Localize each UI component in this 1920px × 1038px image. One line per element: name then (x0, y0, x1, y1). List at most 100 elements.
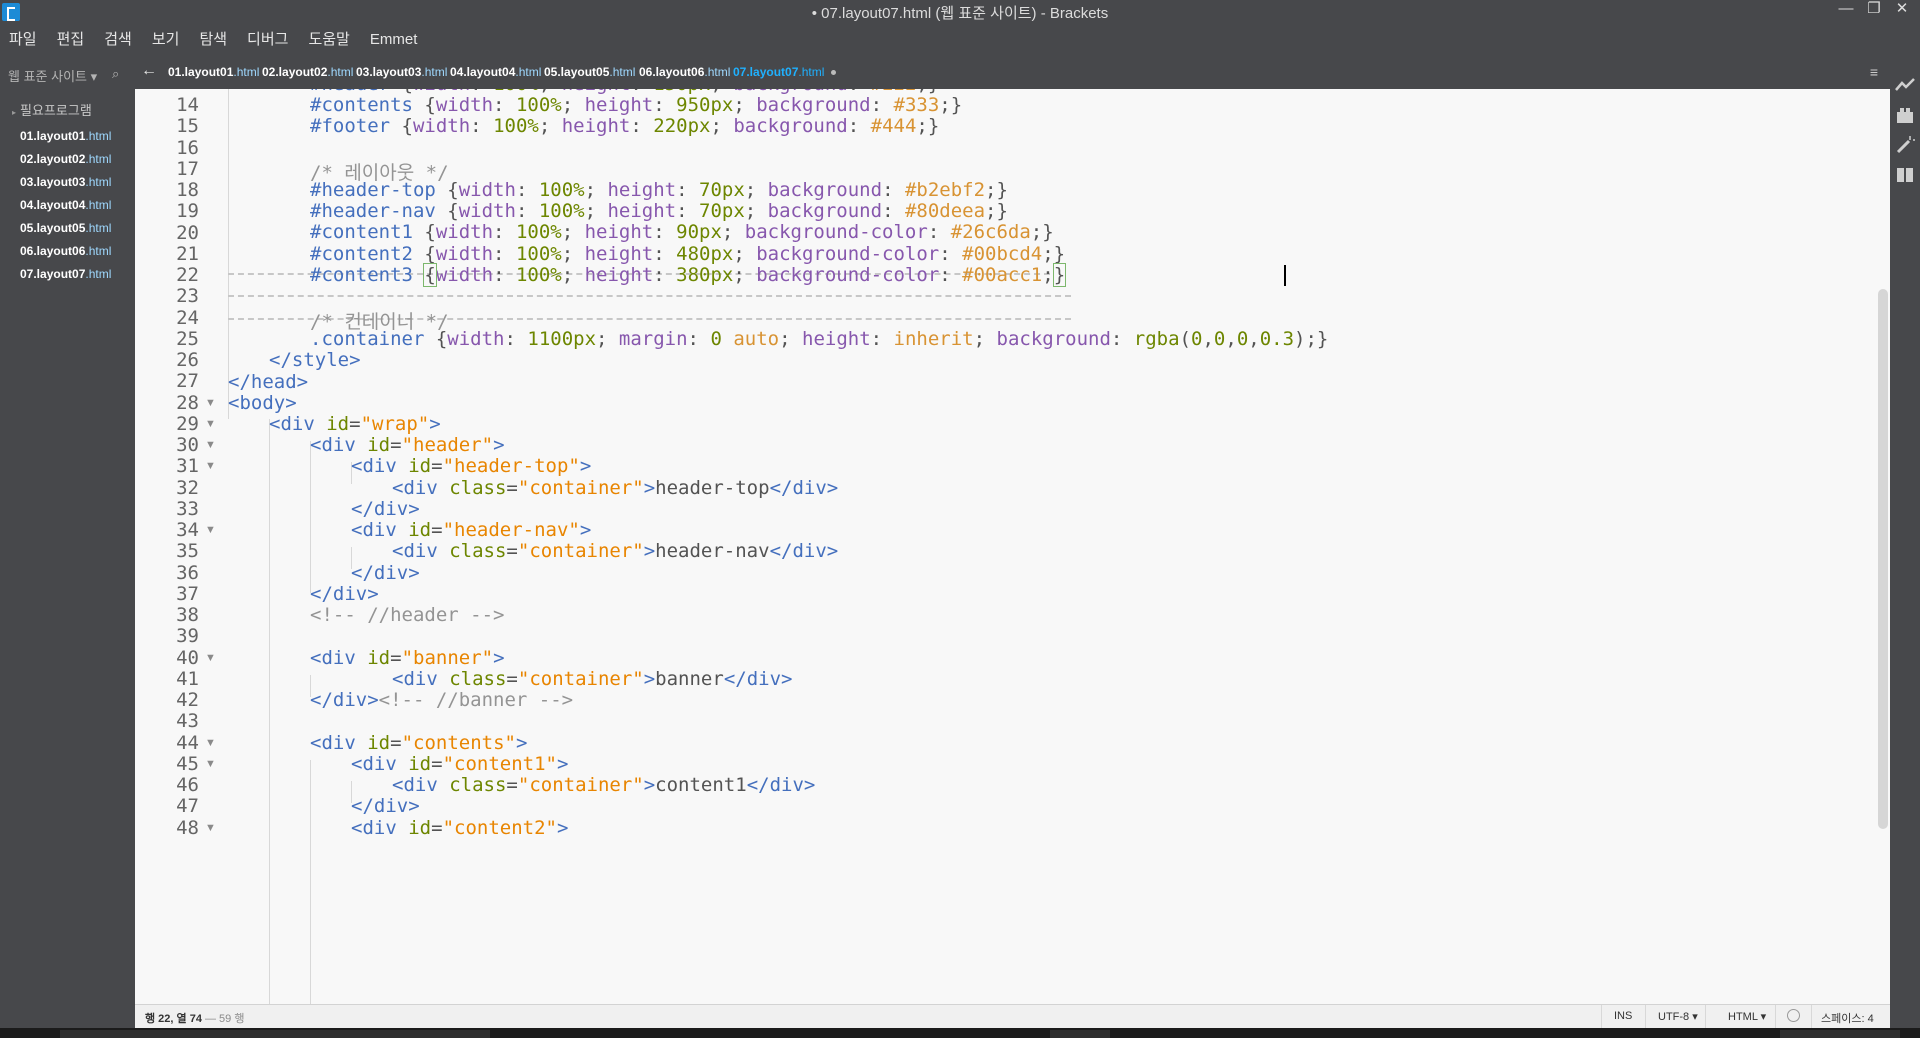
file-item[interactable]: 02.layout02.html (20, 148, 111, 171)
code-line-45: <div id="content1"> (351, 753, 569, 775)
status-divider (1645, 1005, 1646, 1029)
menu-item-7[interactable]: Emmet (360, 28, 428, 52)
line-number: 39 (176, 625, 199, 648)
code-line-36: </div> (351, 562, 420, 584)
menu-item-3[interactable]: 보기 (142, 28, 190, 52)
window-title: • 07.layout07.html (웹 표준 사이트) - Brackets (811, 5, 1109, 22)
line-number: 32 (176, 476, 199, 499)
code-editor[interactable]: 14 15 16 17 18 19 20 21 22 23 24 25 26 27 28 ▼ 29 ▼ 30 ▼ 31 ▼… (135, 89, 1890, 1004)
tab-1[interactable]: 01.layout01.html (168, 65, 259, 79)
code-line-27: </head> (228, 371, 309, 393)
menu-item-4[interactable]: 탐색 (189, 28, 237, 52)
line-number: 15 (176, 115, 199, 138)
file-name: 06.layout06 (20, 244, 86, 258)
cursor-position[interactable]: 행 22, 열 74 — 59 행 (145, 1010, 244, 1026)
search-icon[interactable]: ⌕ (112, 66, 119, 82)
code-line-29: <div id="wrap"> (269, 413, 441, 435)
file-extension: .html (85, 198, 112, 212)
right-toolbar (1890, 56, 1920, 1038)
menu-item-6[interactable]: 도움말 (298, 28, 359, 52)
code-line-37: </div> (310, 583, 379, 605)
file-extension: .html (85, 244, 112, 258)
indent-setting[interactable]: 스페이스: 4 (1821, 1010, 1874, 1026)
tab-bar: ← 01.layout01.html 02.layout02.html 03.lay… (135, 56, 1890, 89)
menu-item-2[interactable]: 검색 (94, 28, 142, 52)
line-number: 26 (176, 349, 199, 371)
split-view-menu-icon[interactable]: ≡ (1870, 64, 1878, 80)
encoding-dropdown[interactable]: UTF-8 ▾ (1658, 1010, 1698, 1023)
insert-mode-toggle[interactable]: INS (1614, 1010, 1632, 1022)
fold-toggle-icon[interactable]: ▼ (205, 758, 216, 770)
file-extension: .html (85, 129, 112, 143)
tab-7[interactable]: 07.layout07.html (733, 65, 837, 79)
fold-toggle-icon[interactable]: ▼ (205, 737, 216, 749)
menu-item-0[interactable]: 파일 (0, 28, 47, 52)
line-number: 19 (176, 200, 199, 223)
file-extension: .html (85, 152, 112, 166)
text-cursor (1284, 265, 1286, 286)
line-number: 24 (176, 306, 199, 329)
code-line-18: #header-top {width: 100%; height: 70px; … (310, 179, 1008, 201)
lint-underline (228, 295, 1071, 297)
status-divider (1811, 1005, 1812, 1029)
code-line-40: <div id="banner"> (310, 647, 505, 669)
file-item[interactable]: 06.layout06.html (20, 240, 111, 263)
line-number: 28 (176, 391, 199, 414)
menu-item-5[interactable]: 디버그 (237, 28, 298, 52)
close-button[interactable]: ✕ (1888, 0, 1916, 20)
fold-toggle-icon[interactable]: ▼ (205, 439, 216, 451)
code-line-21: #content2 {width: 100%; height: 480px; b… (310, 243, 1066, 265)
fold-toggle-icon[interactable]: ▼ (205, 652, 216, 664)
extension-manager-icon[interactable] (1894, 104, 1916, 126)
fold-toggle-icon[interactable]: ▼ (205, 460, 216, 472)
file-item[interactable]: 01.layout01.html (20, 125, 111, 148)
file-name: 05.layout05 (20, 221, 86, 235)
fold-toggle-icon[interactable]: ▼ (205, 418, 216, 430)
line-number: 44 (176, 731, 199, 754)
file-item[interactable]: 05.layout05.html (20, 217, 111, 240)
project-dropdown[interactable]: 웹 표준 사이트 ▾ (8, 66, 97, 85)
line-number: 31 (176, 455, 199, 478)
file-item[interactable]: 07.layout07.html (20, 263, 111, 286)
file-name: 07.layout07 (20, 267, 86, 281)
line-number: 36 (176, 561, 199, 584)
menu-item-1[interactable]: 편집 (47, 28, 95, 52)
restore-button[interactable]: ❐ (1860, 0, 1888, 20)
indent-guide (310, 760, 311, 1004)
tab-3[interactable]: 03.layout03.html (356, 65, 447, 79)
tab-2[interactable]: 02.layout02.html (262, 65, 353, 79)
title-bar: • 07.layout07.html (웹 표준 사이트) - Brackets… (0, 0, 1920, 56)
fold-toggle-icon[interactable]: ▼ (205, 397, 216, 409)
code-line-26: </style> (269, 349, 361, 371)
tab-6[interactable]: 06.layout06.html (639, 65, 730, 79)
back-arrow-icon[interactable]: ← (141, 62, 157, 80)
file-extension: .html (85, 175, 112, 189)
linting-status-icon[interactable] (1787, 1009, 1800, 1022)
minimize-button[interactable]: — (1832, 0, 1860, 20)
code-line-30: <div id="header"> (310, 434, 505, 456)
vertical-scrollbar[interactable] (1878, 289, 1888, 829)
tab-5[interactable]: 05.layout05.html (544, 65, 635, 79)
line-count: — 59 행 (201, 1013, 245, 1025)
file-name: 03.layout03 (20, 175, 86, 189)
code-line-48: <div id="content2"> (351, 817, 569, 839)
code-line-14: #contents {width: 100%; height: 950px; b… (310, 94, 963, 116)
file-name: 01.layout01 (20, 129, 86, 143)
line-number: 37 (176, 582, 199, 605)
tab-name: 02.layout02 (262, 65, 328, 79)
fold-toggle-icon[interactable]: ▼ (205, 524, 216, 536)
magic-wand-icon[interactable] (1894, 134, 1916, 156)
file-item[interactable]: 04.layout04.html (20, 194, 111, 217)
line-number: 29 (176, 412, 199, 435)
folder-item[interactable]: ▸ 필요프로그램 (12, 100, 92, 119)
fold-toggle-icon[interactable]: ▼ (205, 822, 216, 834)
book-icon[interactable] (1894, 164, 1916, 186)
line-number: 16 (176, 136, 199, 159)
tab-4[interactable]: 04.layout04.html (450, 65, 541, 79)
language-dropdown[interactable]: HTML ▾ (1728, 1010, 1766, 1023)
code-line-20: #content1 {width: 100%; height: 90px; ba… (310, 221, 1054, 243)
file-item[interactable]: 03.layout03.html (20, 171, 111, 194)
status-divider (1705, 1005, 1706, 1029)
line-number: 41 (176, 667, 199, 690)
live-preview-icon[interactable] (1894, 74, 1916, 96)
